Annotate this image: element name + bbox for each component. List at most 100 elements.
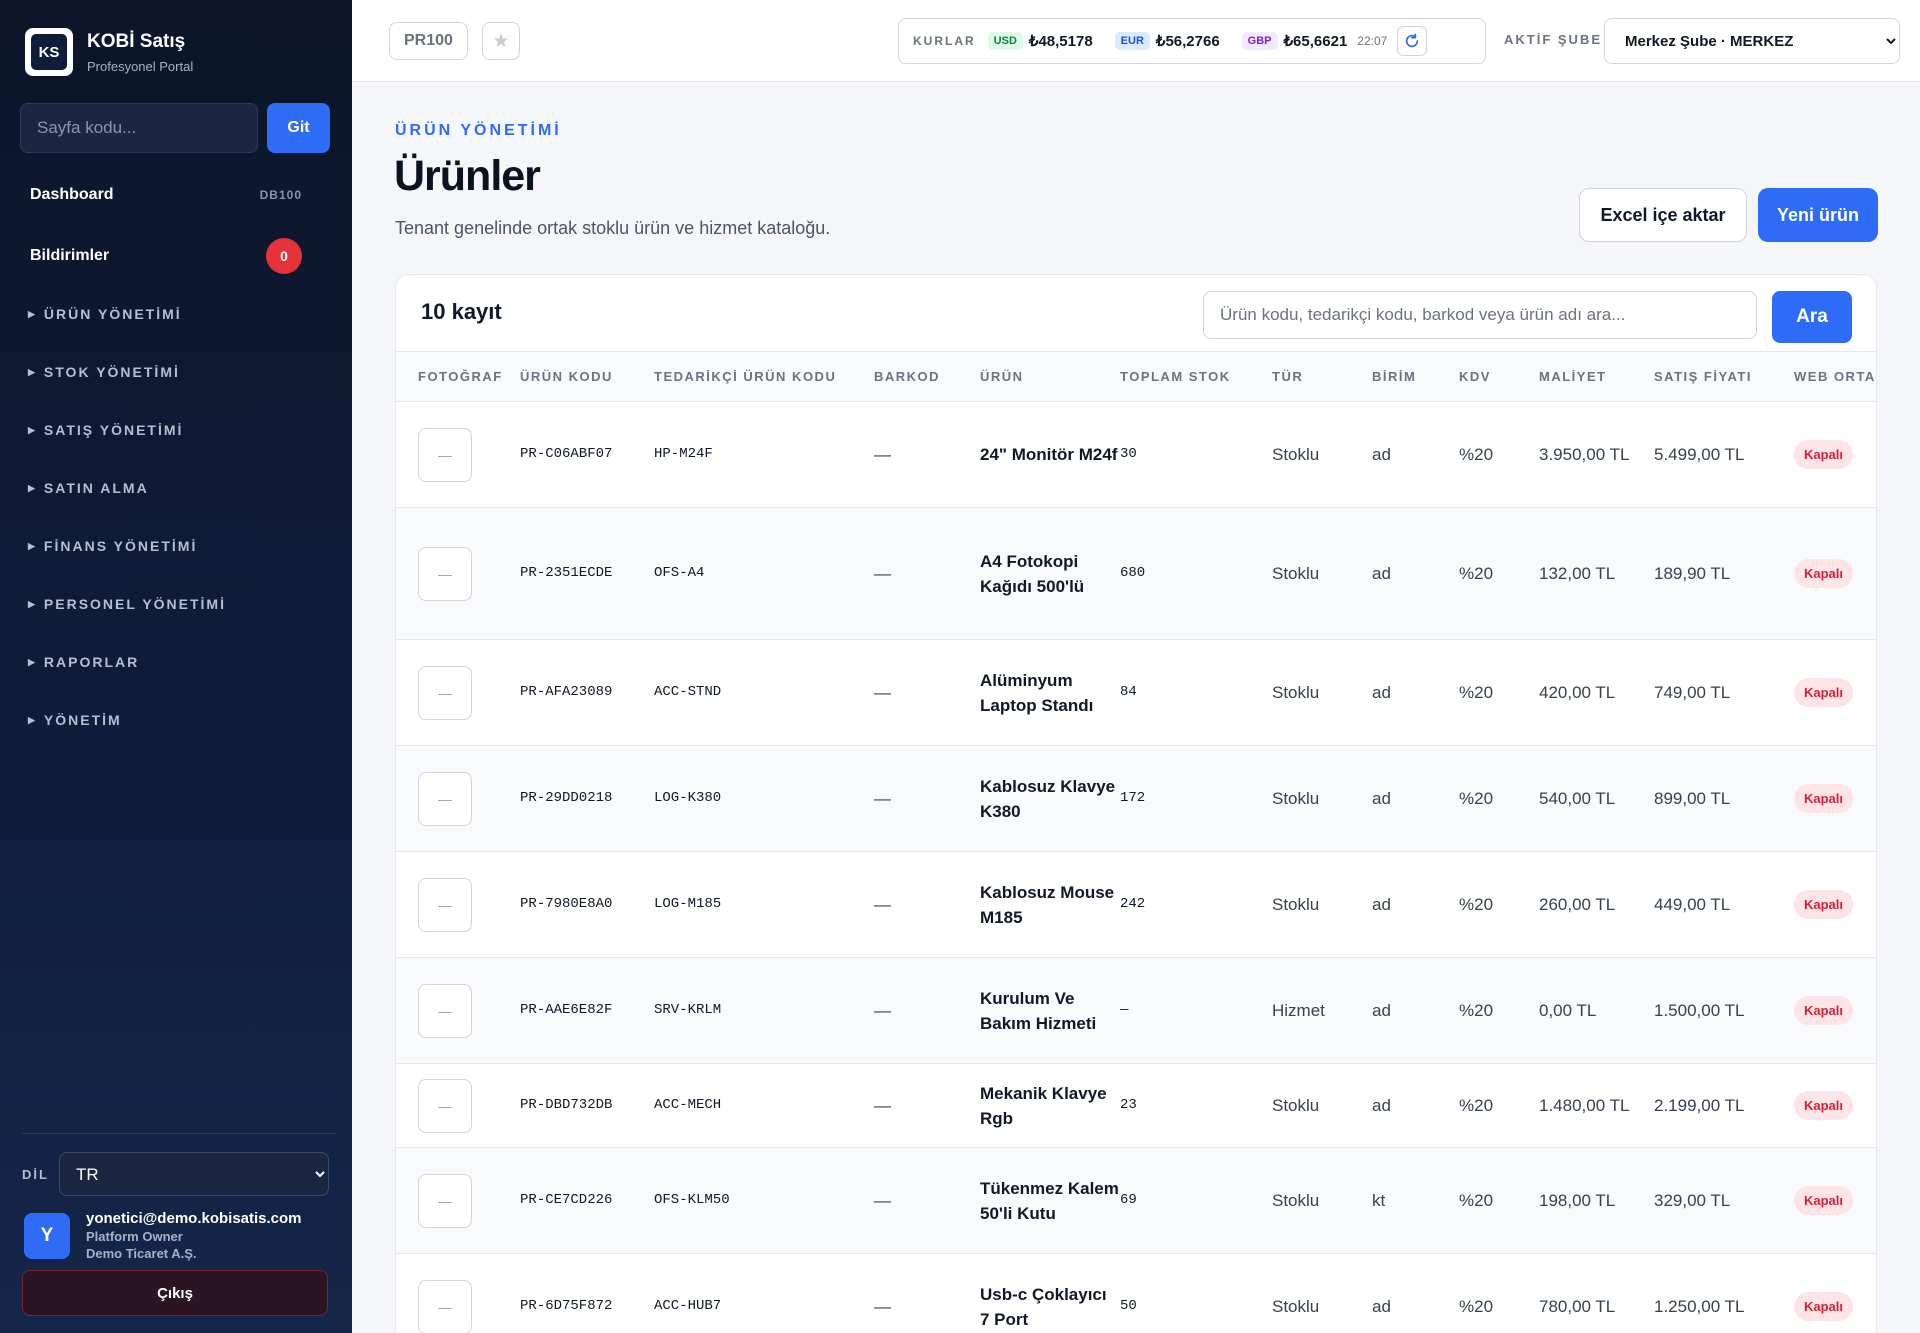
caret-right-icon: ▶ <box>28 598 37 609</box>
product-code-cell[interactable]: PR-CE7CD226 <box>520 1147 654 1254</box>
branch-select[interactable]: Merkez Şube · MERKEZ <box>1604 18 1900 64</box>
user-card: Y yonetici@demo.kobisatis.com Platform O… <box>24 1210 302 1261</box>
table-row[interactable]: — PR-CE7CD226 OFS-KLM50— Tükenmez Kalem 50'… <box>396 1147 1876 1254</box>
nav-notifications[interactable]: Bildirimler 0 <box>30 238 302 274</box>
product-name-cell[interactable]: Mekanik Klavye Rgb <box>980 1063 1120 1148</box>
nav-section-item[interactable]: ▶ PERSONEL YÖNETİMİ <box>28 596 226 612</box>
currency-tag-eur: EUR <box>1114 32 1150 50</box>
logout-button[interactable]: Çıkış <box>22 1270 328 1316</box>
photo-placeholder[interactable]: — <box>418 1173 472 1228</box>
nav-section-item[interactable]: ▶ FİNANS YÖNETİMİ <box>28 538 197 554</box>
user-role: Platform Owner <box>86 1229 183 1244</box>
product-code-cell[interactable]: PR-AFA23089 <box>520 639 654 746</box>
currency-rate-usd: ₺48,5178 <box>1028 33 1093 50</box>
product-code-cell[interactable]: PR-C06ABF07 <box>520 401 654 508</box>
product-search-input[interactable] <box>1203 291 1757 339</box>
refresh-rates-button[interactable] <box>1397 26 1428 56</box>
excel-import-button[interactable]: Excel içe aktar <box>1579 188 1747 242</box>
star-icon: ★ <box>492 30 510 52</box>
cost-cell: 198,00 TL <box>1539 1147 1654 1254</box>
nav-dashboard[interactable]: Dashboard DB100 <box>30 186 302 204</box>
column-header[interactable]: SATIŞ FİYATI <box>1654 351 1794 402</box>
table-row[interactable]: — PR-C06ABF07 HP-M24F —24" Monitör M24f 30 St… <box>396 401 1876 508</box>
table-row[interactable]: — PR-29DD0218 LOG-K380— Kablosuz Klavye K38… <box>396 745 1876 852</box>
price-cell: 899,00 TL <box>1654 745 1794 852</box>
web-status-cell: Kapalı <box>1794 507 1876 640</box>
table-row[interactable]: — PR-DBD732DB ACC-MECH — Mekanik Klavye Rgb 2… <box>396 1063 1876 1148</box>
photo-placeholder[interactable]: — <box>418 1078 472 1133</box>
column-header[interactable]: TEDARİKÇİ ÜRÜN KODU <box>654 351 874 402</box>
column-header[interactable]: MALİYET <box>1539 351 1654 402</box>
column-header[interactable]: FOTOĞRAF <box>396 351 520 402</box>
column-header[interactable]: BARKOD <box>874 351 980 402</box>
page-eyebrow: ÜRÜN YÖNETİMİ <box>395 122 562 139</box>
nav-section-item[interactable]: ▶ SATIŞ YÖNETİMİ <box>28 422 183 438</box>
column-header[interactable]: TÜR <box>1272 351 1372 402</box>
table-row[interactable]: — PR-AFA23089 ACC-STND — Alüminyum Laptop St… <box>396 639 1876 746</box>
brand[interactable]: KS KOBİ Satış Profesyonel Portal <box>25 28 193 76</box>
product-name-cell[interactable]: Kablosuz Mouse M185 <box>980 851 1120 958</box>
photo-cell: — <box>396 957 520 1064</box>
barcode-cell: — <box>874 1063 980 1148</box>
product-code-cell[interactable]: PR-29DD0218 <box>520 745 654 852</box>
vat-cell: %20 <box>1459 745 1539 852</box>
product-code-cell[interactable]: PR-7980E8A0 <box>520 851 654 958</box>
table-row[interactable]: — PR-7980E8A0 LOG-M185— Kablosuz Mouse M185… <box>396 851 1876 958</box>
photo-placeholder[interactable]: — <box>418 983 472 1038</box>
cost-cell: 132,00 TL <box>1539 507 1654 640</box>
table-row[interactable]: — PR-AAE6E82F SRV-KRLM — Kurulum Ve Bakım Hi… <box>396 957 1876 1064</box>
topbar: PR100 ★ KURLAR USD ₺48,5178 EUR ₺56,2766 GBP… <box>352 0 1920 82</box>
unit-cell: ad <box>1372 851 1459 958</box>
page-code-input[interactable] <box>20 103 258 153</box>
caret-right-icon: ▶ <box>28 366 37 377</box>
language-select[interactable]: TR <box>59 1152 329 1196</box>
product-code-cell[interactable]: PR-DBD732DB <box>520 1063 654 1148</box>
search-button[interactable]: Ara <box>1772 291 1852 343</box>
table-row[interactable]: — PR-6D75F872 ACC-HUB7— Usb-c Çoklayıcı 7 P… <box>396 1253 1876 1333</box>
vat-cell: %20 <box>1459 1147 1539 1254</box>
web-status-cell: Kapalı <box>1794 957 1876 1064</box>
price-cell: 1.500,00 TL <box>1654 957 1794 1064</box>
photo-placeholder[interactable]: — <box>418 546 472 601</box>
total-stock-cell: 242 <box>1120 851 1272 958</box>
nav-section-item[interactable]: ▶ SATIN ALMA <box>28 480 149 496</box>
brand-subtitle: Profesyonel Portal <box>87 58 194 74</box>
photo-placeholder[interactable]: — <box>418 771 472 826</box>
product-code-cell[interactable]: PR-6D75F872 <box>520 1253 654 1333</box>
photo-placeholder[interactable]: — <box>418 877 472 932</box>
column-header[interactable]: KDV <box>1459 351 1539 402</box>
column-header[interactable]: BİRİM <box>1372 351 1459 402</box>
photo-placeholder[interactable]: — <box>418 665 472 720</box>
nav-section-item[interactable]: ▶ STOK YÖNETİMİ <box>28 364 180 380</box>
new-product-button[interactable]: Yeni ürün <box>1758 188 1878 242</box>
column-header[interactable]: ÜRÜN KODU <box>520 351 654 402</box>
record-count: 10 kayıt <box>421 299 502 324</box>
photo-cell: — <box>396 851 520 958</box>
product-code-cell[interactable]: PR-AAE6E82F <box>520 957 654 1064</box>
table-row[interactable]: — PR-2351ECDE OFS-A4— A4 Fotokopi Kağıdı 50… <box>396 507 1876 640</box>
nav-section-label: SATIŞ YÖNETİMİ <box>43 422 184 438</box>
caret-right-icon: ▶ <box>28 308 37 319</box>
product-name-cell[interactable]: Usb-c Çoklayıcı 7 Port <box>980 1253 1120 1333</box>
product-name-cell[interactable]: Alüminyum Laptop Standı <box>980 639 1120 746</box>
product-name-cell[interactable]: A4 Fotokopi Kağıdı 500'lü <box>980 507 1120 640</box>
photo-placeholder[interactable]: — <box>418 1279 472 1333</box>
product-code-cell[interactable]: PR-2351ECDE <box>520 507 654 640</box>
product-name-cell[interactable]: 24" Monitör M24f <box>980 401 1120 508</box>
column-header[interactable]: TOPLAM STOK <box>1120 351 1272 402</box>
products-table-wrap: FOTOĞRAF ÜRÜN KODU TEDARİKÇİ ÜRÜN KODU BARK… <box>396 351 1876 1333</box>
nav-section-item[interactable]: ▶ ÜRÜN YÖNETİMİ <box>28 306 182 322</box>
go-button[interactable]: Git <box>267 103 330 153</box>
photo-placeholder[interactable]: — <box>418 427 472 482</box>
product-name-cell[interactable]: Tükenmez Kalem 50'li Kutu <box>980 1147 1120 1254</box>
web-status-badge: Kapalı <box>1794 784 1854 813</box>
favorite-star-button[interactable]: ★ <box>482 22 520 60</box>
product-name-cell[interactable]: Kablosuz Klavye K380 <box>980 745 1120 852</box>
nav-section-item[interactable]: ▶ YÖNETİM <box>28 712 122 728</box>
photo-cell: — <box>396 1253 520 1333</box>
column-header[interactable]: WEB ORTAMI <box>1794 351 1876 402</box>
vat-cell: %20 <box>1459 957 1539 1064</box>
product-name-cell[interactable]: Kurulum Ve Bakım Hizmeti <box>980 957 1120 1064</box>
column-header[interactable]: ÜRÜN <box>980 351 1120 402</box>
nav-section-item[interactable]: ▶ RAPORLAR <box>28 654 139 670</box>
